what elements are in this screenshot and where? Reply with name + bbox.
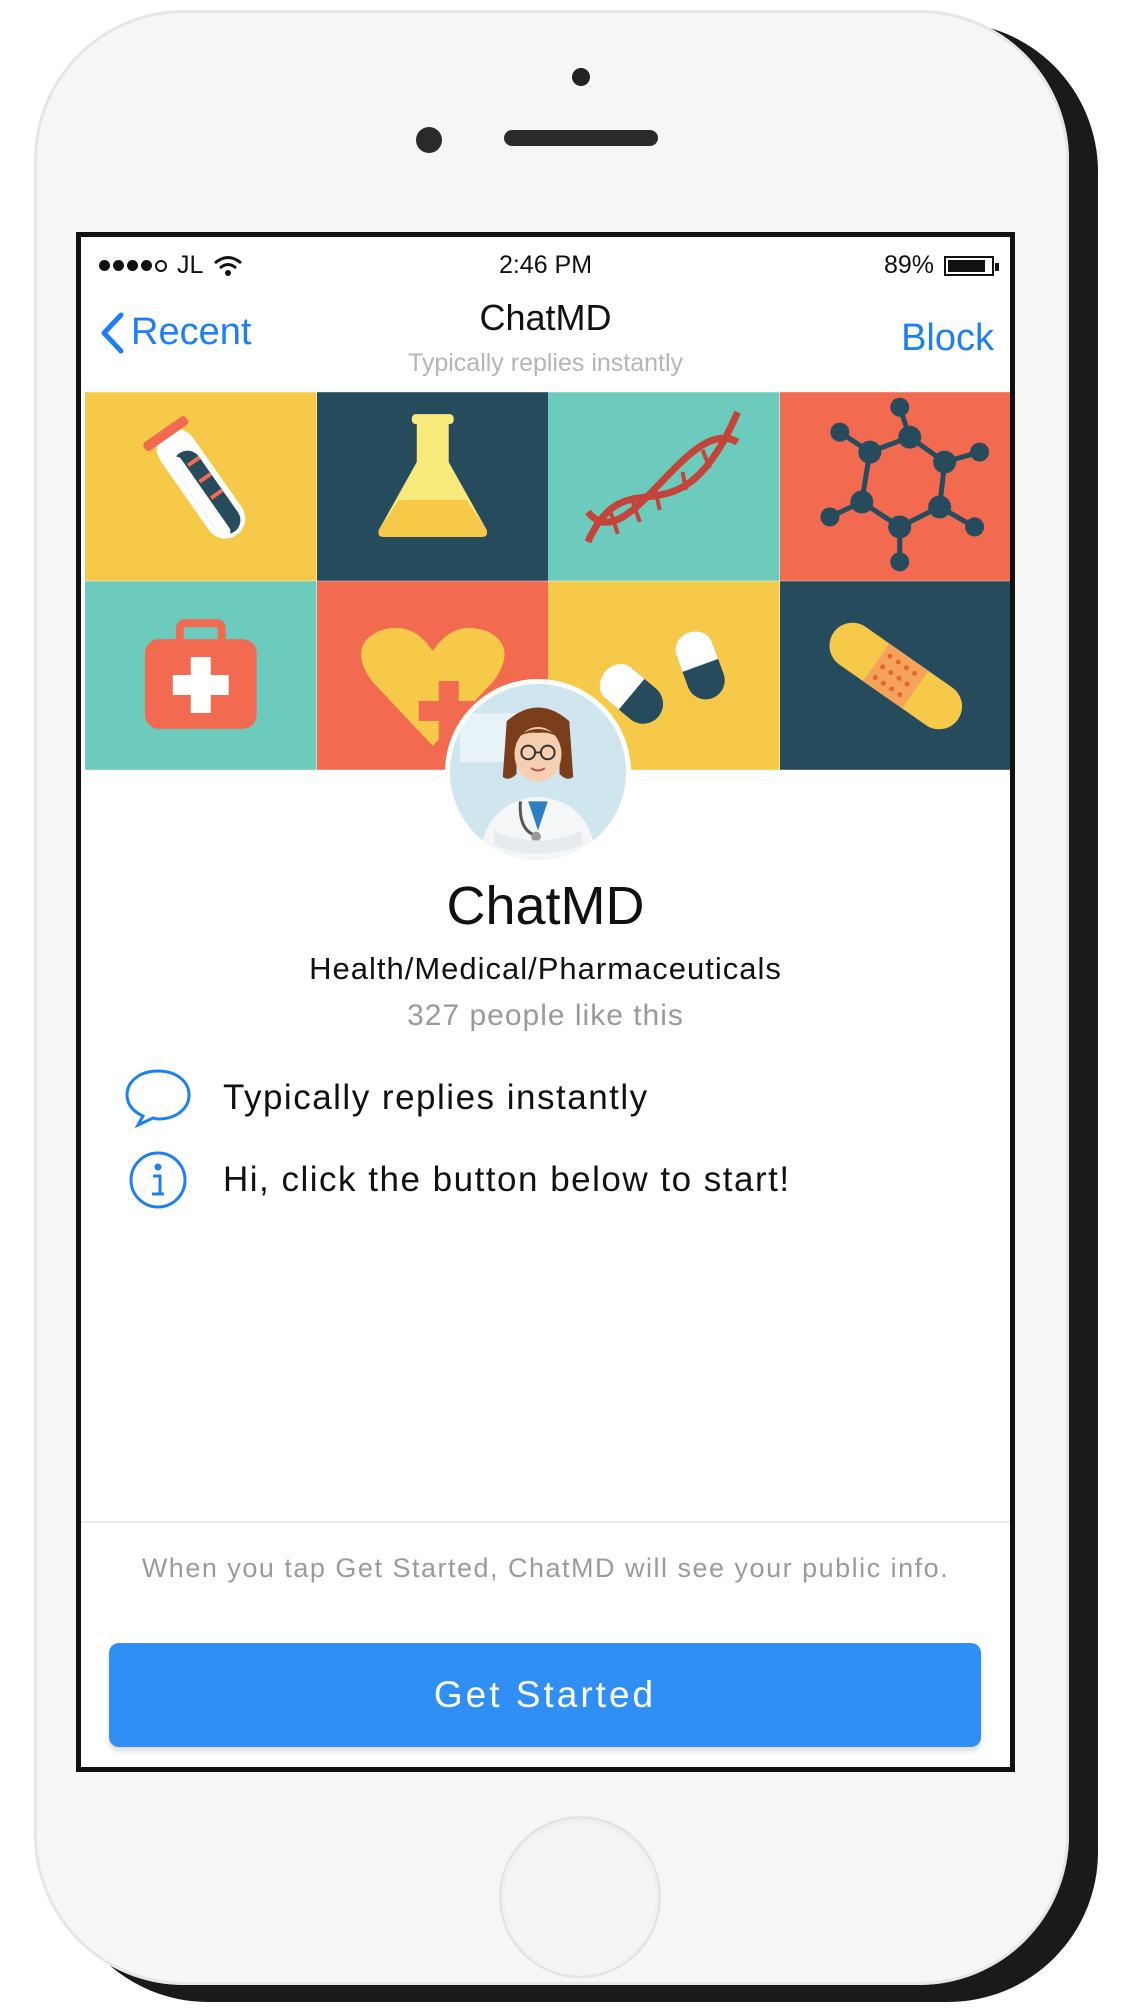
nav-title: ChatMD bbox=[479, 297, 612, 338]
earpiece-speaker bbox=[504, 130, 658, 146]
info-text: Hi, click the button below to start! bbox=[223, 1160, 791, 1199]
proximity-sensor bbox=[572, 68, 590, 86]
front-camera bbox=[416, 127, 442, 153]
info-item-replies: Typically replies instantly bbox=[123, 1067, 649, 1129]
status-time: 2:46 PM bbox=[498, 251, 593, 279]
info-icon bbox=[129, 1151, 187, 1209]
bandage-icon bbox=[779, 581, 1010, 770]
molecule-icon bbox=[779, 392, 1010, 581]
profile-likes: 327 people like this bbox=[407, 999, 684, 1032]
flask-icon bbox=[316, 392, 548, 581]
doctor-avatar[interactable] bbox=[445, 679, 631, 865]
profile-category: Health/Medical/Pharmaceuticals bbox=[309, 951, 782, 986]
profile-name: ChatMD bbox=[446, 876, 645, 936]
disclaimer-text: When you tap Get Started, ChatMD will se… bbox=[141, 1553, 950, 1583]
speech-bubble-icon bbox=[125, 1069, 191, 1129]
status-right: 89% bbox=[883, 251, 999, 280]
get-started-button[interactable]: Get Started bbox=[109, 1643, 981, 1747]
dna-icon bbox=[548, 392, 780, 581]
first-aid-kit-icon bbox=[85, 581, 317, 770]
info-text: Typically replies instantly bbox=[223, 1078, 649, 1117]
battery-icon bbox=[944, 255, 999, 276]
nav-subtitle: Typically replies instantly bbox=[407, 349, 684, 377]
footer-divider bbox=[81, 1521, 1010, 1523]
info-item-start: Hi, click the button below to start! bbox=[123, 1149, 791, 1211]
battery-percent: 89% bbox=[883, 251, 934, 279]
home-button[interactable] bbox=[501, 1818, 659, 1976]
phone-screen: JL 2:46 PM 89% Recent ChatMD Typically r… bbox=[76, 232, 1015, 1772]
test-tube-icon bbox=[85, 392, 317, 581]
status-bar: JL 2:46 PM 89% bbox=[81, 237, 1010, 289]
navigation-bar: Recent ChatMD Typically replies instantl… bbox=[81, 289, 1010, 389]
block-button[interactable]: Block bbox=[901, 317, 994, 360]
battery-fill bbox=[948, 259, 985, 272]
